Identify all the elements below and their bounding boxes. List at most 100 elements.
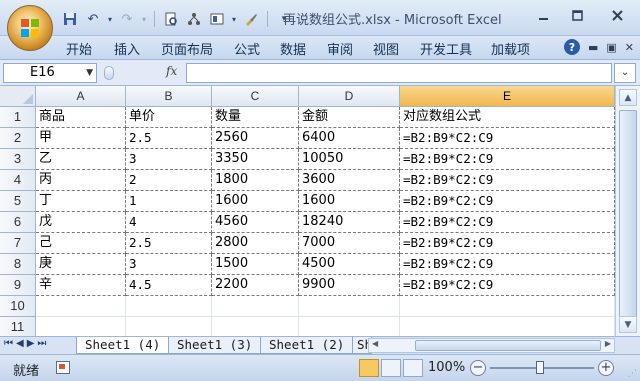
cell-a9[interactable]: 辛 bbox=[36, 275, 126, 296]
help-icon[interactable]: ? bbox=[563, 39, 580, 55]
cell-e3[interactable]: =B2:B9*C2:C9 bbox=[400, 149, 615, 170]
row-header-8[interactable]: 8 bbox=[0, 254, 36, 275]
tab-home[interactable]: 开始 bbox=[66, 39, 92, 58]
cell-e6[interactable]: =B2:B9*C2:C9 bbox=[400, 212, 615, 233]
print-preview-icon[interactable] bbox=[161, 9, 181, 29]
insert-function-icon[interactable]: fx bbox=[166, 64, 177, 78]
cell-b11[interactable] bbox=[126, 317, 212, 338]
cell-a8[interactable]: 庚 bbox=[36, 254, 126, 275]
sheet-tab-3[interactable]: Sheet1 (2) bbox=[260, 337, 356, 354]
cell-e7[interactable]: =B2:B9*C2:C9 bbox=[400, 233, 615, 254]
redo-icon[interactable]: ↷ bbox=[117, 9, 137, 29]
row-header-10[interactable]: 10 bbox=[0, 296, 36, 317]
tab-add-ins[interactable]: 加载项 bbox=[491, 39, 530, 58]
column-header-a[interactable]: A bbox=[36, 86, 126, 107]
column-header-e[interactable]: E bbox=[400, 86, 615, 107]
column-header-c[interactable]: C bbox=[212, 86, 299, 107]
cell-a10[interactable] bbox=[36, 296, 126, 317]
sheet-tab-1[interactable]: Sheet1 (4) bbox=[76, 337, 172, 354]
cell-e10[interactable] bbox=[400, 296, 615, 317]
cell-c9[interactable]: 2200 bbox=[212, 275, 299, 296]
scroll-left-icon[interactable]: ◀ bbox=[372, 339, 378, 348]
row-header-3[interactable]: 3 bbox=[0, 149, 36, 170]
row-header-9[interactable]: 9 bbox=[0, 275, 36, 296]
row-header-1[interactable]: 1 bbox=[0, 107, 36, 128]
tab-view[interactable]: 视图 bbox=[373, 39, 399, 58]
prev-sheet-icon[interactable]: ◀ bbox=[16, 338, 24, 349]
cell-c3[interactable]: 3350 bbox=[212, 149, 299, 170]
zoom-out-icon[interactable]: − bbox=[470, 360, 486, 376]
horizontal-scroll-thumb[interactable] bbox=[415, 340, 601, 351]
zoom-slider[interactable] bbox=[490, 361, 594, 374]
cell-e5[interactable]: =B2:B9*C2:C9 bbox=[400, 191, 615, 212]
resize-corner-icon[interactable]: ⋰ bbox=[628, 369, 638, 379]
cell-e1[interactable]: 对应数组公式 bbox=[400, 107, 615, 128]
cell-c6[interactable]: 4560 bbox=[212, 212, 299, 233]
scroll-up-icon[interactable]: ▲ bbox=[619, 89, 637, 106]
row-header-11[interactable]: 11 bbox=[0, 317, 36, 338]
worksheet-grid[interactable]: A B C D E 1 商品 单价 数量 金额 对应数组公式 2 甲 2.5 2560 6400 =B2:B9*… bbox=[0, 86, 640, 338]
name-box[interactable]: E16 ▼ bbox=[3, 63, 97, 83]
cell-b1[interactable]: 单价 bbox=[126, 107, 212, 128]
tree-icon[interactable] bbox=[184, 9, 204, 29]
save-icon[interactable] bbox=[60, 9, 80, 29]
cell-b7[interactable]: 2.5 bbox=[126, 233, 212, 254]
cell-a4[interactable]: 丙 bbox=[36, 170, 126, 191]
cell-c2[interactable]: 2560 bbox=[212, 128, 299, 149]
zoom-in-icon[interactable]: + bbox=[598, 360, 614, 376]
sheet-tab-2[interactable]: Sheet1 (3) bbox=[168, 337, 264, 354]
select-all-corner[interactable] bbox=[0, 86, 36, 107]
cell-a1[interactable]: 商品 bbox=[36, 107, 126, 128]
row-header-2[interactable]: 2 bbox=[0, 128, 36, 149]
scroll-right-icon[interactable]: ▶ bbox=[605, 339, 611, 348]
cell-d10[interactable] bbox=[299, 296, 400, 317]
tab-page-layout[interactable]: 页面布局 bbox=[161, 39, 213, 58]
cell-d9[interactable]: 9900 bbox=[299, 275, 400, 296]
cell-d3[interactable]: 10050 bbox=[299, 149, 400, 170]
expand-formula-bar-icon[interactable]: ⌄ bbox=[614, 63, 636, 83]
first-sheet-icon[interactable]: ⏮ bbox=[4, 338, 13, 349]
cell-e9[interactable]: =B2:B9*C2:C9 bbox=[400, 275, 615, 296]
cell-b3[interactable]: 3 bbox=[126, 149, 212, 170]
normal-view-icon[interactable] bbox=[359, 359, 379, 377]
resize-grip-icon[interactable] bbox=[104, 66, 114, 80]
vertical-scroll-thumb[interactable] bbox=[619, 110, 637, 320]
layout-dropdown-icon[interactable]: ▾ bbox=[230, 9, 238, 29]
zoom-level[interactable]: 100% bbox=[428, 360, 465, 375]
undo-icon[interactable]: ↶ bbox=[83, 9, 103, 29]
ribbon-restore-icon[interactable]: ▣ bbox=[606, 41, 616, 54]
cell-a6[interactable]: 戊 bbox=[36, 212, 126, 233]
cell-d6[interactable]: 18240 bbox=[299, 212, 400, 233]
cell-d7[interactable]: 7000 bbox=[299, 233, 400, 254]
tab-review[interactable]: 审阅 bbox=[327, 39, 353, 58]
ribbon-minimize-icon[interactable]: ▬ bbox=[588, 41, 598, 54]
cell-d2[interactable]: 6400 bbox=[299, 128, 400, 149]
cell-c4[interactable]: 1800 bbox=[212, 170, 299, 191]
cell-d5[interactable]: 1600 bbox=[299, 191, 400, 212]
close-icon[interactable] bbox=[594, 0, 640, 30]
cell-a5[interactable]: 丁 bbox=[36, 191, 126, 212]
cell-e8[interactable]: =B2:B9*C2:C9 bbox=[400, 254, 615, 275]
undo-dropdown-icon[interactable]: ▾ bbox=[106, 9, 114, 29]
zoom-slider-knob[interactable] bbox=[536, 361, 544, 374]
next-sheet-icon[interactable]: ▶ bbox=[27, 338, 35, 349]
horizontal-scrollbar[interactable]: ◀ ▶ bbox=[368, 338, 615, 353]
cell-b5[interactable]: 1 bbox=[126, 191, 212, 212]
office-button[interactable] bbox=[7, 5, 53, 51]
layout-icon[interactable] bbox=[207, 9, 227, 29]
cell-a3[interactable]: 乙 bbox=[36, 149, 126, 170]
cell-e2[interactable]: =B2:B9*C2:C9 bbox=[400, 128, 615, 149]
cell-c1[interactable]: 数量 bbox=[212, 107, 299, 128]
cell-d4[interactable]: 3600 bbox=[299, 170, 400, 191]
cell-b8[interactable]: 3 bbox=[126, 254, 212, 275]
tab-insert[interactable]: 插入 bbox=[114, 39, 140, 58]
column-header-b[interactable]: B bbox=[126, 86, 212, 107]
cell-e11[interactable] bbox=[400, 317, 615, 338]
row-header-6[interactable]: 6 bbox=[0, 212, 36, 233]
cell-d8[interactable]: 4500 bbox=[299, 254, 400, 275]
cell-e4[interactable]: =B2:B9*C2:C9 bbox=[400, 170, 615, 191]
last-sheet-icon[interactable]: ⏭ bbox=[37, 338, 46, 349]
cell-b4[interactable]: 2 bbox=[126, 170, 212, 191]
cell-d1[interactable]: 金额 bbox=[299, 107, 400, 128]
ribbon-close-icon[interactable]: ✕ bbox=[625, 41, 634, 54]
